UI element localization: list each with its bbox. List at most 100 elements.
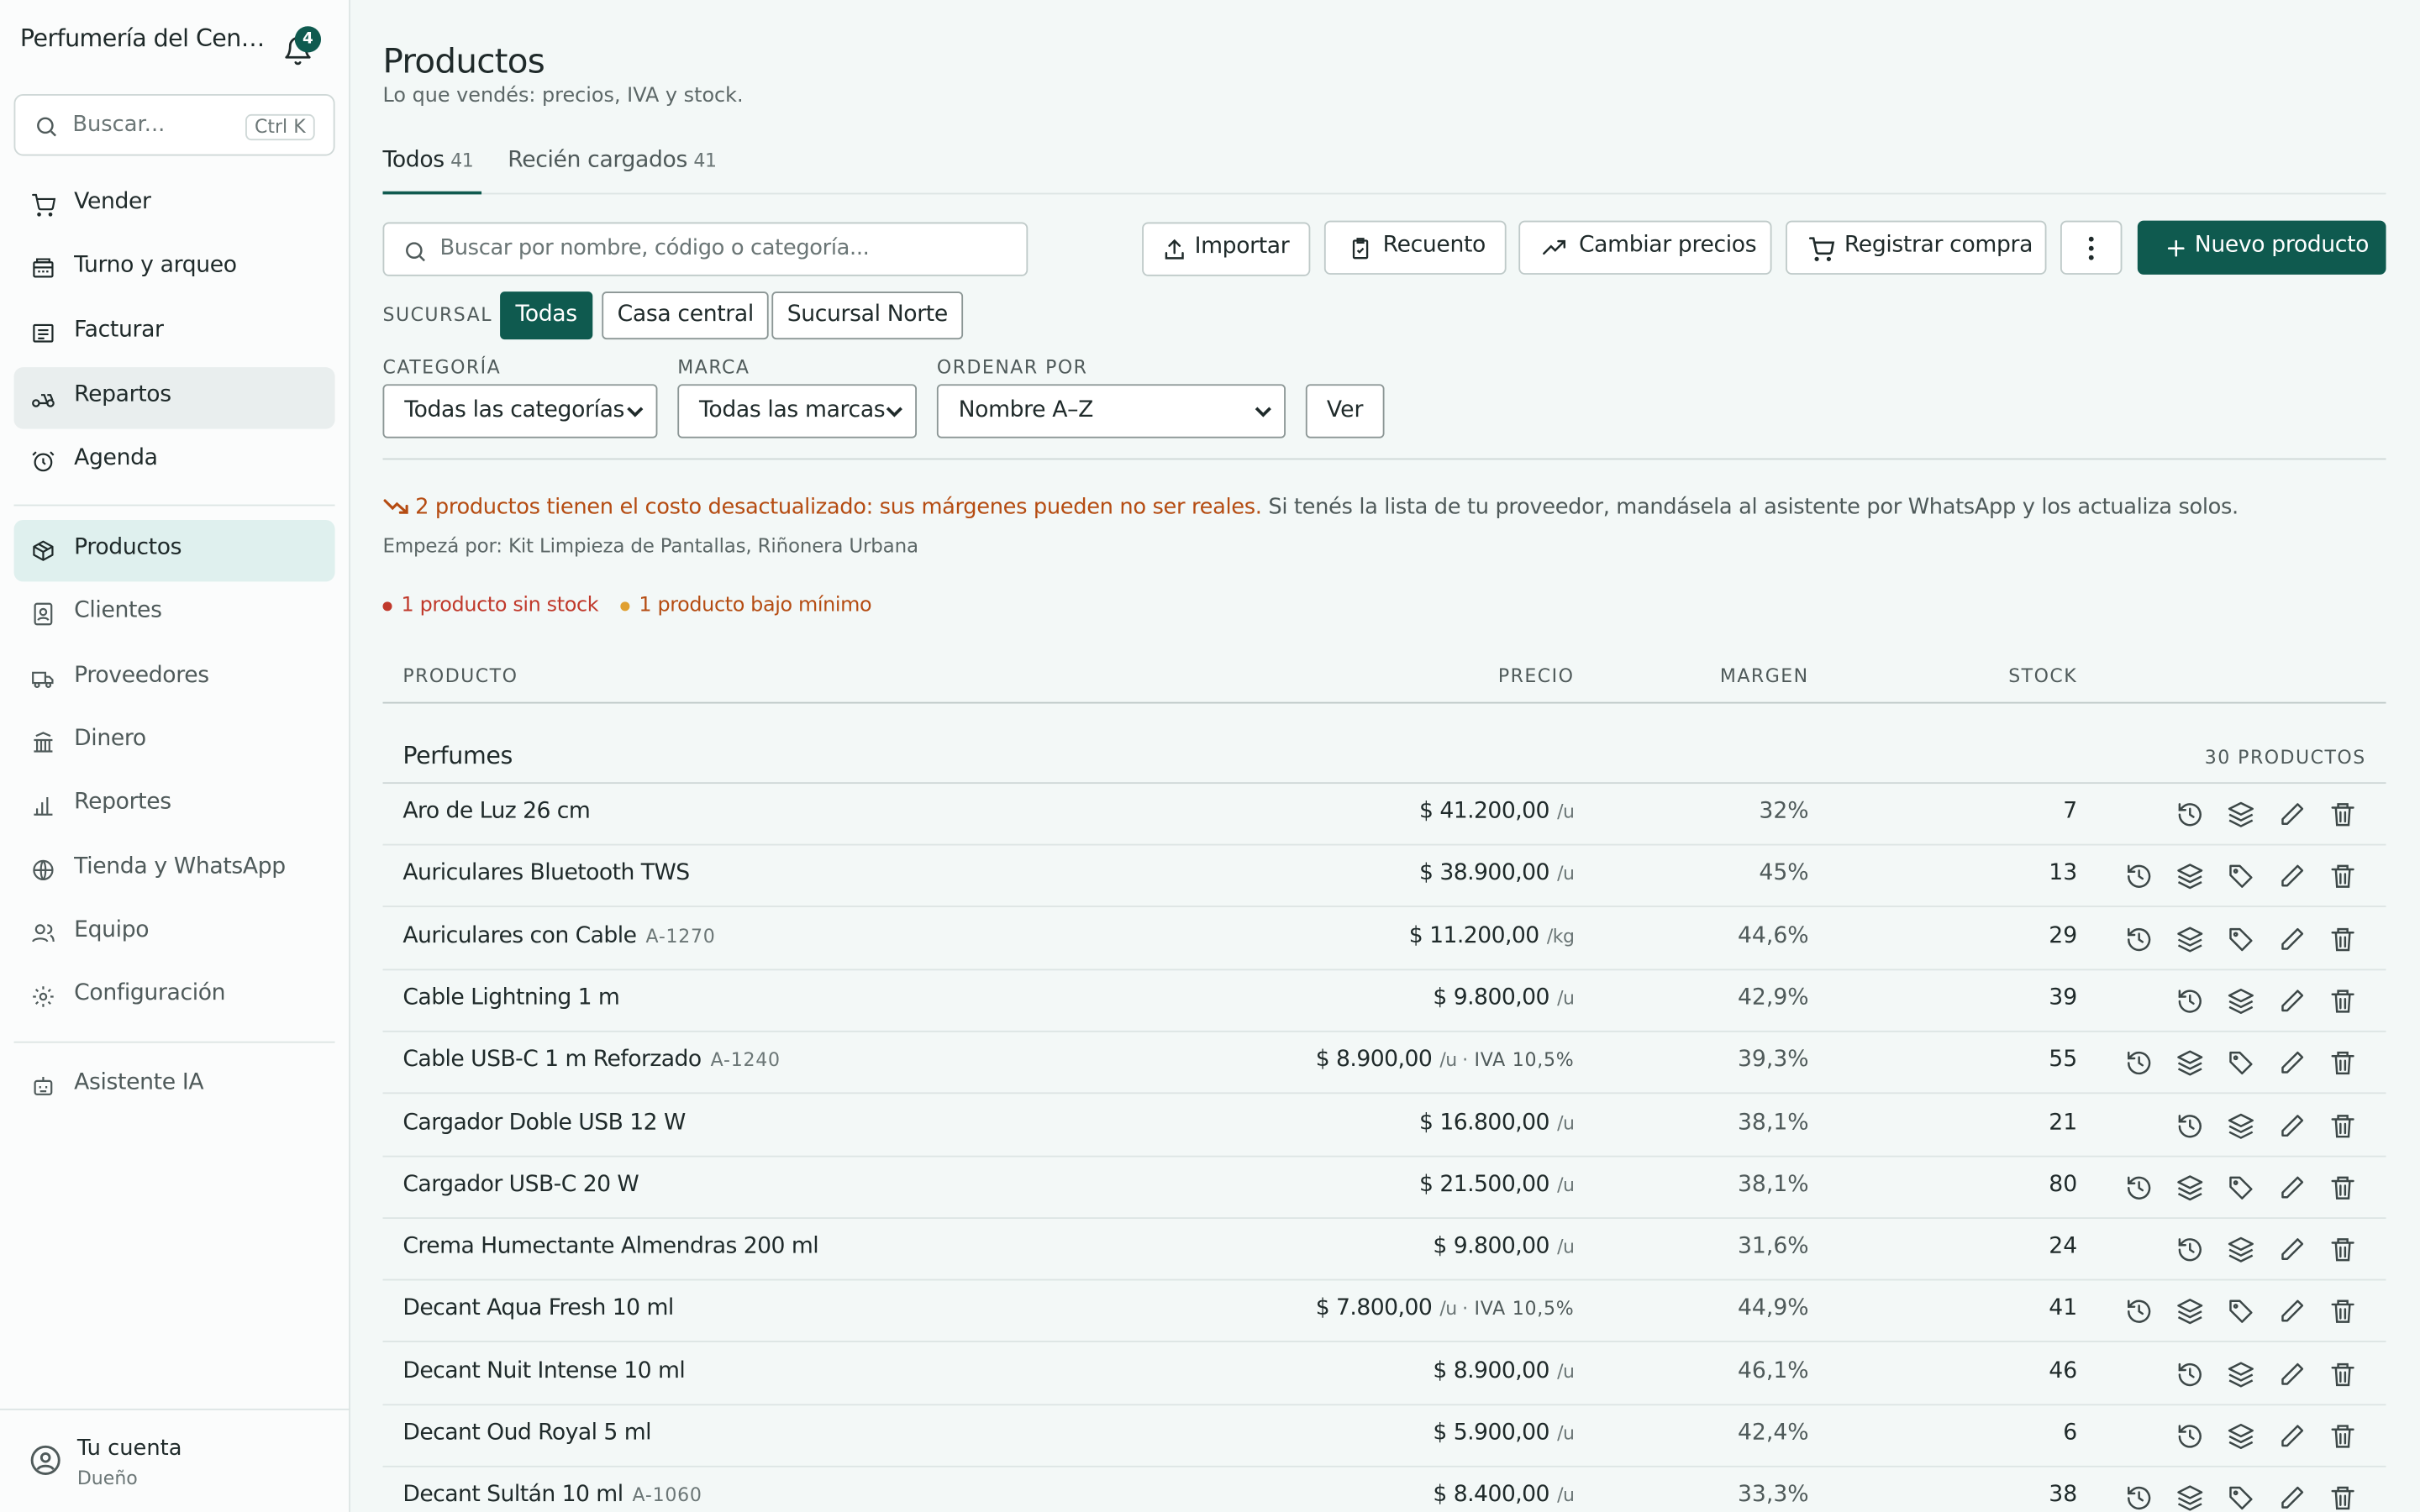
below-min-link[interactable]: 1 producto bajo mínimo [620, 594, 872, 617]
alert-warning[interactable]: 2 productos tienen el costo desactualiza… [415, 496, 1262, 520]
stock-layers-button[interactable] [2176, 1298, 2204, 1326]
delete-button[interactable] [2329, 1484, 2357, 1512]
history-button[interactable] [2176, 1422, 2204, 1450]
edit-button[interactable] [2278, 1111, 2306, 1139]
sidebar-item-turno[interactable]: Turno y arqueo [14, 238, 335, 299]
sidebar-search-input[interactable]: Buscar... Ctrl K [13, 94, 335, 156]
product-name[interactable]: Decant Sultán 10 ml A-1060 [402, 1483, 702, 1508]
table-row[interactable]: Auriculares Bluetooth TWS $ 38.900,00/u 45… [382, 846, 2386, 908]
table-row[interactable]: Auriculares con Cable A-1270 $ 11.200,00/k… [382, 908, 2386, 970]
history-button[interactable] [2125, 1298, 2153, 1326]
edit-button[interactable] [2278, 987, 2306, 1015]
delete-button[interactable] [2329, 1236, 2357, 1263]
history-button[interactable] [2176, 1111, 2204, 1139]
edit-button[interactable] [2278, 1049, 2306, 1077]
delete-button[interactable] [2329, 801, 2357, 828]
new-product-button[interactable]: Nuevo producto [2137, 220, 2386, 275]
sidebar-item-dinero[interactable]: Dinero [14, 711, 335, 773]
price-tag-button[interactable] [2227, 863, 2254, 890]
sidebar-item-proveedores[interactable]: Proveedores [14, 648, 335, 709]
count-button[interactable]: Recuento [1323, 220, 1507, 275]
sidebar-item-reportes[interactable]: Reportes [14, 774, 335, 836]
branch-chip-sucursal-norte[interactable]: Sucursal Norte [771, 291, 964, 340]
price-tag-button[interactable] [2227, 1173, 2254, 1201]
sidebar-item-configuracion[interactable]: Configuración [14, 966, 335, 1027]
stock-layers-button[interactable] [2176, 925, 2204, 953]
delete-button[interactable] [2329, 1111, 2357, 1139]
delete-button[interactable] [2329, 1360, 2357, 1388]
product-name[interactable]: Cargador USB-C 20 W [402, 1173, 639, 1197]
sidebar-item-tienda[interactable]: Tienda y WhatsApp [14, 839, 335, 900]
price-tag-button[interactable] [2227, 1298, 2254, 1326]
product-name[interactable]: Auriculares Bluetooth TWS [402, 861, 690, 885]
tab-todos[interactable]: Todos 41 [382, 148, 482, 195]
sidebar-item-facturar[interactable]: Facturar [14, 302, 335, 364]
stock-layers-button[interactable] [2227, 1236, 2254, 1263]
sort-select[interactable]: Nombre A–Z [936, 384, 1286, 438]
stock-layers-button[interactable] [2227, 1111, 2254, 1139]
column-header-stock[interactable]: STOCK [2008, 665, 2077, 687]
delete-button[interactable] [2329, 1173, 2357, 1201]
product-search-input[interactable]: Buscar por nombre, código o categoría... [382, 222, 1028, 276]
price-tag-button[interactable] [2227, 1484, 2254, 1512]
history-button[interactable] [2176, 801, 2204, 828]
apply-filters-button[interactable]: Ver [1305, 384, 1385, 438]
column-header-product[interactable]: PRODUCTO [402, 665, 518, 687]
table-row[interactable]: Crema Humectante Almendras 200 ml $ 9.800… [382, 1219, 2386, 1281]
user-circle-icon[interactable] [29, 1444, 62, 1477]
edit-button[interactable] [2278, 1298, 2306, 1326]
table-row[interactable]: Decant Nuit Intense 10 ml $ 8.900,00/u 46,… [382, 1343, 2386, 1405]
more-options-button[interactable] [2060, 220, 2123, 275]
branch-chip-casa-central[interactable]: Casa central [602, 291, 770, 340]
edit-button[interactable] [2278, 863, 2306, 890]
stock-layers-button[interactable] [2227, 1422, 2254, 1450]
sidebar-item-productos[interactable]: Productos [13, 519, 335, 582]
stock-layers-button[interactable] [2176, 1049, 2204, 1077]
sidebar-item-asistente[interactable]: Asistente IA [14, 1055, 335, 1116]
product-name[interactable]: Decant Nuit Intense 10 ml [402, 1359, 685, 1383]
edit-button[interactable] [2278, 1236, 2306, 1263]
stock-layers-button[interactable] [2176, 1484, 2204, 1512]
history-button[interactable] [2176, 1360, 2204, 1388]
stock-layers-button[interactable] [2227, 987, 2254, 1015]
history-button[interactable] [2125, 1484, 2153, 1512]
table-row[interactable]: Cargador USB-C 20 W $ 21.500,00/u 38,1% 80 [382, 1157, 2386, 1219]
delete-button[interactable] [2329, 863, 2357, 890]
edit-button[interactable] [2278, 925, 2306, 953]
brand-name[interactable]: Perfumería del Centro [20, 24, 267, 52]
delete-button[interactable] [2329, 925, 2357, 953]
import-button[interactable]: Importar [1142, 222, 1311, 276]
delete-button[interactable] [2329, 1298, 2357, 1326]
delete-button[interactable] [2329, 1422, 2357, 1450]
category-select[interactable]: Todas las categorías [382, 384, 658, 438]
column-header-margin[interactable]: MARGEN [1720, 665, 1809, 687]
edit-button[interactable] [2278, 801, 2306, 828]
change-prices-button[interactable]: Cambiar precios [1518, 220, 1772, 275]
product-name[interactable]: Cable USB-C 1 m Reforzado A-1240 [402, 1047, 780, 1072]
tab-recien-cargados[interactable]: Recién cargados 41 [508, 148, 717, 194]
product-name[interactable]: Cargador Doble USB 12 W [402, 1110, 686, 1135]
branch-chip-todas[interactable]: Todas [500, 291, 593, 340]
edit-button[interactable] [2278, 1173, 2306, 1201]
stock-layers-button[interactable] [2227, 1360, 2254, 1388]
table-row[interactable]: Decant Oud Royal 5 ml $ 5.900,00/u 42,4% 6 [382, 1405, 2386, 1467]
history-button[interactable] [2125, 1049, 2153, 1077]
account-name[interactable]: Tu cuenta [77, 1436, 182, 1461]
delete-button[interactable] [2329, 1049, 2357, 1077]
product-name[interactable]: Auriculares con Cable A-1270 [402, 923, 715, 948]
history-button[interactable] [2176, 987, 2204, 1015]
stock-layers-button[interactable] [2227, 801, 2254, 828]
table-row[interactable]: Cable USB-C 1 m Reforzado A-1240 $ 8.900,0… [382, 1032, 2386, 1095]
price-tag-button[interactable] [2227, 925, 2254, 953]
history-button[interactable] [2125, 863, 2153, 890]
sidebar-item-clientes[interactable]: Clientes [14, 583, 335, 644]
stock-layers-button[interactable] [2176, 863, 2204, 890]
history-button[interactable] [2125, 925, 2153, 953]
sidebar-item-repartos[interactable]: Repartos [13, 367, 335, 429]
table-row[interactable]: Aro de Luz 26 cm $ 41.200,00/u 32% 7 [382, 784, 2386, 846]
history-button[interactable] [2176, 1236, 2204, 1263]
product-name[interactable]: Cable Lightning 1 m [402, 985, 620, 1010]
delete-button[interactable] [2329, 987, 2357, 1015]
product-name[interactable]: Aro de Luz 26 cm [402, 799, 590, 823]
sidebar-item-equipo[interactable]: Equipo [14, 902, 335, 963]
